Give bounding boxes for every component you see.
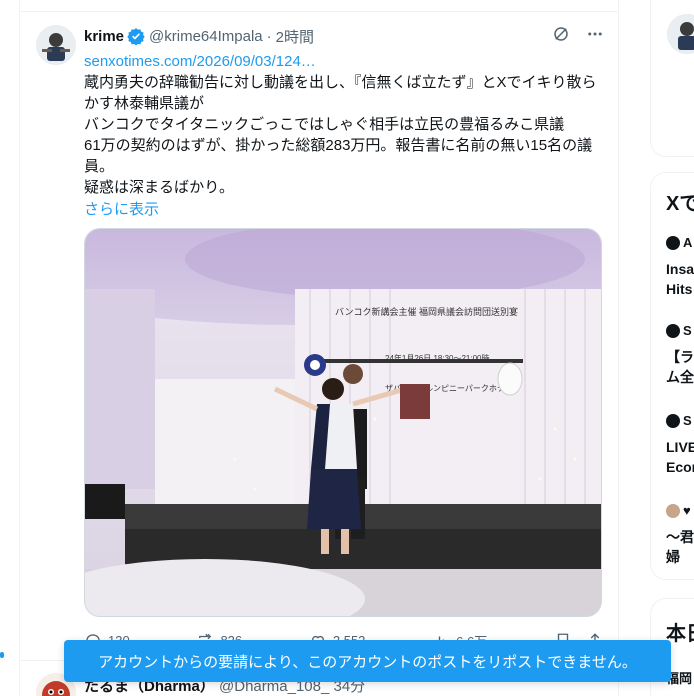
sidebar-avatar[interactable] [667, 14, 694, 54]
trend-item-label[interactable]: S [666, 413, 692, 428]
banner-line: 24年1月26日 18:30～21:00時 [385, 353, 490, 363]
more-options-icon[interactable] [586, 25, 604, 48]
trend-item-text[interactable]: ム全 [666, 367, 694, 387]
toast-message: アカウントからの要請により、このアカウントのポストをリポストできません。 [98, 653, 637, 671]
top-divider [20, 0, 619, 12]
post-link[interactable]: senxotimes.com/2026/09/03/124… [84, 51, 604, 72]
post-body: krime @krime64Impala · 2時間 senxotimes.co… [84, 25, 604, 220]
account-avatar-icon [666, 413, 680, 428]
timestamp[interactable]: 2時間 [276, 26, 314, 47]
post-header: krime @krime64Impala · 2時間 [84, 25, 604, 47]
account-avatar-icon [666, 323, 680, 338]
repost-restriction-toast: アカウントからの要請により、このアカウントのポストをリポストできません。 [64, 640, 671, 682]
trend-item-label[interactable]: S [666, 323, 692, 338]
post-line: 61万の契約のはずが、掛かった総額283万円。報告書に名前の無い15名の議員。 [84, 137, 593, 175]
trends-title: Xで [666, 193, 694, 215]
sidebar-profile-card [650, 0, 694, 157]
account-avatar-icon [666, 503, 680, 518]
header-icons [552, 25, 604, 48]
separator: · [266, 27, 272, 45]
account-avatar-icon [666, 235, 680, 250]
trend-item-label[interactable]: ♥ [666, 503, 691, 518]
post[interactable]: krime @krime64Impala · 2時間 senxotimes.co… [20, 13, 619, 660]
display-name[interactable]: krime [84, 28, 124, 45]
trend-item-text[interactable]: 〜君 [666, 527, 694, 547]
trend-item-text[interactable]: Econ [666, 457, 694, 477]
verified-badge-icon [127, 27, 145, 46]
trend-item-text[interactable]: 婦 [666, 547, 680, 567]
post-line: バンコクでタイタニックごっこではしゃぐ相手は立民の豊福るみこ県議 [84, 116, 565, 133]
post-text: senxotimes.com/2026/09/03/124… 蔵内勇夫の辞職勧告… [84, 51, 604, 198]
banner-line: バンコク新講会主催 福岡県議会訪問団送別宴 [335, 306, 518, 317]
post-line: 疑惑は深まるばかり。 [84, 179, 235, 196]
post-image[interactable]: バンコク新講会主催 福岡県議会訪問団送別宴 24年1月26日 18:30～21:… [84, 228, 602, 617]
edge-indicator [0, 652, 4, 658]
trends-card: Xで A Insa Hits S 【ラ ム全 S LIVE Econ ♥ 〜君 … [650, 172, 694, 580]
trend-item-text[interactable]: LIVE [666, 437, 694, 457]
right-sidebar: Xで A Insa Hits S 【ラ ム全 S LIVE Econ ♥ 〜君 … [650, 0, 694, 696]
grok-icon[interactable] [552, 25, 570, 48]
handle[interactable]: @krime64Impala [149, 28, 263, 45]
trend-item-text[interactable]: Insa [666, 259, 694, 279]
post-line: 蔵内勇夫の辞職勧告に対し動議を出し、『信無くば立たず』とXでイキり散らかす林泰輔… [84, 74, 597, 112]
timeline-column: krime @krime64Impala · 2時間 senxotimes.co… [20, 0, 619, 696]
avatar[interactable] [36, 25, 76, 65]
trend-item-text[interactable]: 【ラ [666, 347, 694, 367]
trend-item-text[interactable]: Hits [666, 279, 692, 299]
show-more-link[interactable]: さらに表示 [84, 199, 604, 220]
trend-item-label[interactable]: A [666, 235, 692, 250]
